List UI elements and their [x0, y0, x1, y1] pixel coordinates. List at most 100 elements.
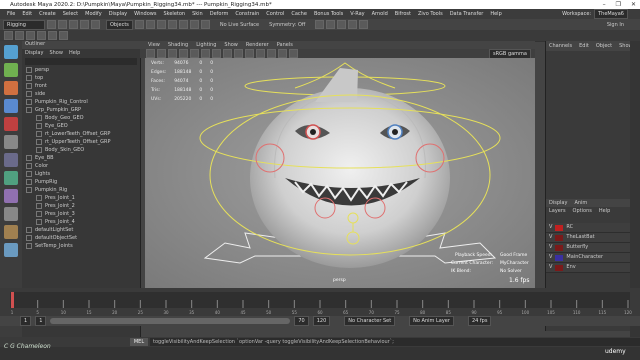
shadows-icon[interactable]	[267, 49, 276, 58]
menu-control[interactable]: Control	[266, 11, 284, 17]
layout-single-icon[interactable]	[4, 135, 18, 149]
outliner-item[interactable]: Pumpkin_Rig_Control	[22, 98, 140, 106]
camera-attributes-icon[interactable]	[157, 49, 166, 58]
select-tool-icon[interactable]	[4, 45, 18, 59]
visibility-toggle[interactable]: V	[549, 233, 552, 242]
shelf-tool-icon[interactable]	[26, 31, 35, 40]
paint-select-icon[interactable]	[156, 20, 166, 29]
menu-deform[interactable]: Deform	[210, 11, 229, 17]
menu-help[interactable]: Help	[490, 11, 501, 17]
layer-color-swatch[interactable]	[555, 244, 564, 251]
outliner-search-input[interactable]	[25, 58, 137, 65]
outliner-item[interactable]: Grp_Pumpkin_GRP	[22, 106, 140, 114]
move-tool-icon[interactable]	[4, 81, 18, 95]
render-settings-icon[interactable]	[337, 20, 347, 29]
visibility-toggle[interactable]: V	[549, 243, 552, 252]
isolate-icon[interactable]	[289, 49, 298, 58]
snap-point-icon[interactable]	[189, 20, 199, 29]
menu-vray[interactable]: V-Ray	[350, 11, 364, 17]
minimize-button[interactable]: –	[603, 1, 606, 8]
outliner-item[interactable]: defaultObjectSet	[22, 234, 140, 242]
snap-grid-icon[interactable]	[167, 20, 177, 29]
outliner-menu-show[interactable]: Show	[49, 50, 63, 56]
rotate-tool-icon[interactable]	[4, 99, 18, 113]
outliner-item[interactable]: Body_Geo_GEO	[22, 114, 140, 122]
image-plane-icon[interactable]	[179, 49, 188, 58]
viewport-menu-panels[interactable]: Panels	[277, 42, 293, 48]
menu-set-select[interactable]: Rigging	[3, 19, 45, 30]
outliner-item[interactable]: Pres_Joint_4	[22, 218, 140, 226]
viewport-menu-show[interactable]: Show	[224, 42, 238, 48]
hypershade-icon[interactable]	[348, 20, 358, 29]
lights-icon[interactable]	[256, 49, 265, 58]
menu-bifrost[interactable]: Bifrost	[395, 11, 411, 17]
layout-graph-icon[interactable]	[4, 189, 18, 203]
snap-curve-icon[interactable]	[178, 20, 188, 29]
snap-view-icon[interactable]	[200, 20, 210, 29]
save-scene-icon[interactable]	[69, 20, 78, 29]
visibility-toggle[interactable]: V	[549, 223, 552, 232]
tab-channels[interactable]: Channels	[549, 43, 572, 49]
outliner-menu-display[interactable]: Display	[25, 50, 43, 56]
viewport-menu-shading[interactable]: Shading	[168, 42, 188, 48]
current-frame-marker[interactable]	[11, 292, 14, 308]
viewport-menu-view[interactable]: View	[148, 42, 160, 48]
outliner-item[interactable]: persp	[22, 66, 140, 74]
sign-in-button[interactable]: Sign In	[607, 22, 624, 28]
shelf-tool-icon[interactable]	[59, 31, 68, 40]
menu-create[interactable]: Create	[39, 11, 56, 17]
display-layer[interactable]: V TheLastBat	[546, 233, 631, 243]
viewport-menu-lighting[interactable]: Lighting	[196, 42, 216, 48]
tab-object[interactable]: Object	[596, 43, 612, 49]
menu-arnold[interactable]: Arnold	[372, 11, 388, 17]
menu-bonus-tools[interactable]: Bonus Tools	[314, 11, 343, 17]
camera-icon[interactable]	[146, 49, 155, 58]
outliner-item[interactable]: rt_LowerTeeth_Offset_GRP	[22, 130, 140, 138]
redo-icon[interactable]	[91, 20, 100, 29]
symmetry-label[interactable]: Symmetry: Off	[269, 22, 305, 28]
layer-color-swatch[interactable]	[555, 224, 564, 231]
menu-zivo-tools[interactable]: Zivo Tools	[418, 11, 443, 17]
menu-constrain[interactable]: Constrain	[235, 11, 259, 17]
outliner-item[interactable]: Pumpkin_Rig	[22, 186, 140, 194]
outliner-item[interactable]: front	[22, 82, 140, 90]
menu-edit[interactable]: Edit	[22, 11, 32, 17]
outliner-item[interactable]: PumpRig	[22, 178, 140, 186]
display-layer[interactable]: V Env	[546, 263, 631, 273]
bookmark-icon[interactable]	[168, 49, 177, 58]
shelf-tool-icon[interactable]	[4, 31, 13, 40]
menu-windows[interactable]: Windows	[134, 11, 156, 17]
grid-icon[interactable]	[190, 49, 199, 58]
ipr-render-icon[interactable]	[326, 20, 336, 29]
select-tool-icon[interactable]	[134, 20, 144, 29]
layers-menu-help[interactable]: Help	[599, 208, 610, 214]
display-layer[interactable]: V MainCharacter	[546, 253, 631, 263]
menu-skin[interactable]: Skin	[192, 11, 203, 17]
range-inner-end-field[interactable]: 70	[294, 316, 309, 326]
layer-color-swatch[interactable]	[555, 264, 564, 271]
menu-select[interactable]: Select	[63, 11, 78, 17]
range-start-field[interactable]: 1	[20, 316, 32, 326]
textured-icon[interactable]	[245, 49, 254, 58]
range-inner-start-field[interactable]: 1	[35, 316, 47, 326]
range-slider-bar[interactable]	[50, 318, 291, 324]
close-button[interactable]: ✕	[631, 1, 636, 8]
tab-anim[interactable]: Anim	[574, 200, 587, 206]
menu-data-transfer[interactable]: Data Transfer	[450, 11, 484, 17]
command-language-toggle[interactable]: MEL	[130, 338, 148, 346]
render-view-icon[interactable]	[359, 20, 369, 29]
layout-uv-icon[interactable]	[4, 243, 18, 257]
open-scene-icon[interactable]	[58, 20, 67, 29]
layer-color-swatch[interactable]	[555, 254, 564, 261]
undo-icon[interactable]	[80, 20, 89, 29]
outliner-item[interactable]: rt_UpperTeeth_Offset_GRP	[22, 138, 140, 146]
anim-layer-select[interactable]: No Anim Layer	[409, 316, 454, 326]
fps-select[interactable]: 24 fps	[467, 316, 492, 326]
color-management-select[interactable]: sRGB gamma	[488, 48, 531, 59]
outliner-item[interactable]: defaultLightSet	[22, 226, 140, 234]
outliner-item[interactable]: top	[22, 74, 140, 82]
outliner-item[interactable]: Lights	[22, 170, 140, 178]
tab-display[interactable]: Display	[549, 200, 567, 206]
menu-modify[interactable]: Modify	[85, 11, 102, 17]
layers-menu-layers[interactable]: Layers	[549, 208, 566, 214]
